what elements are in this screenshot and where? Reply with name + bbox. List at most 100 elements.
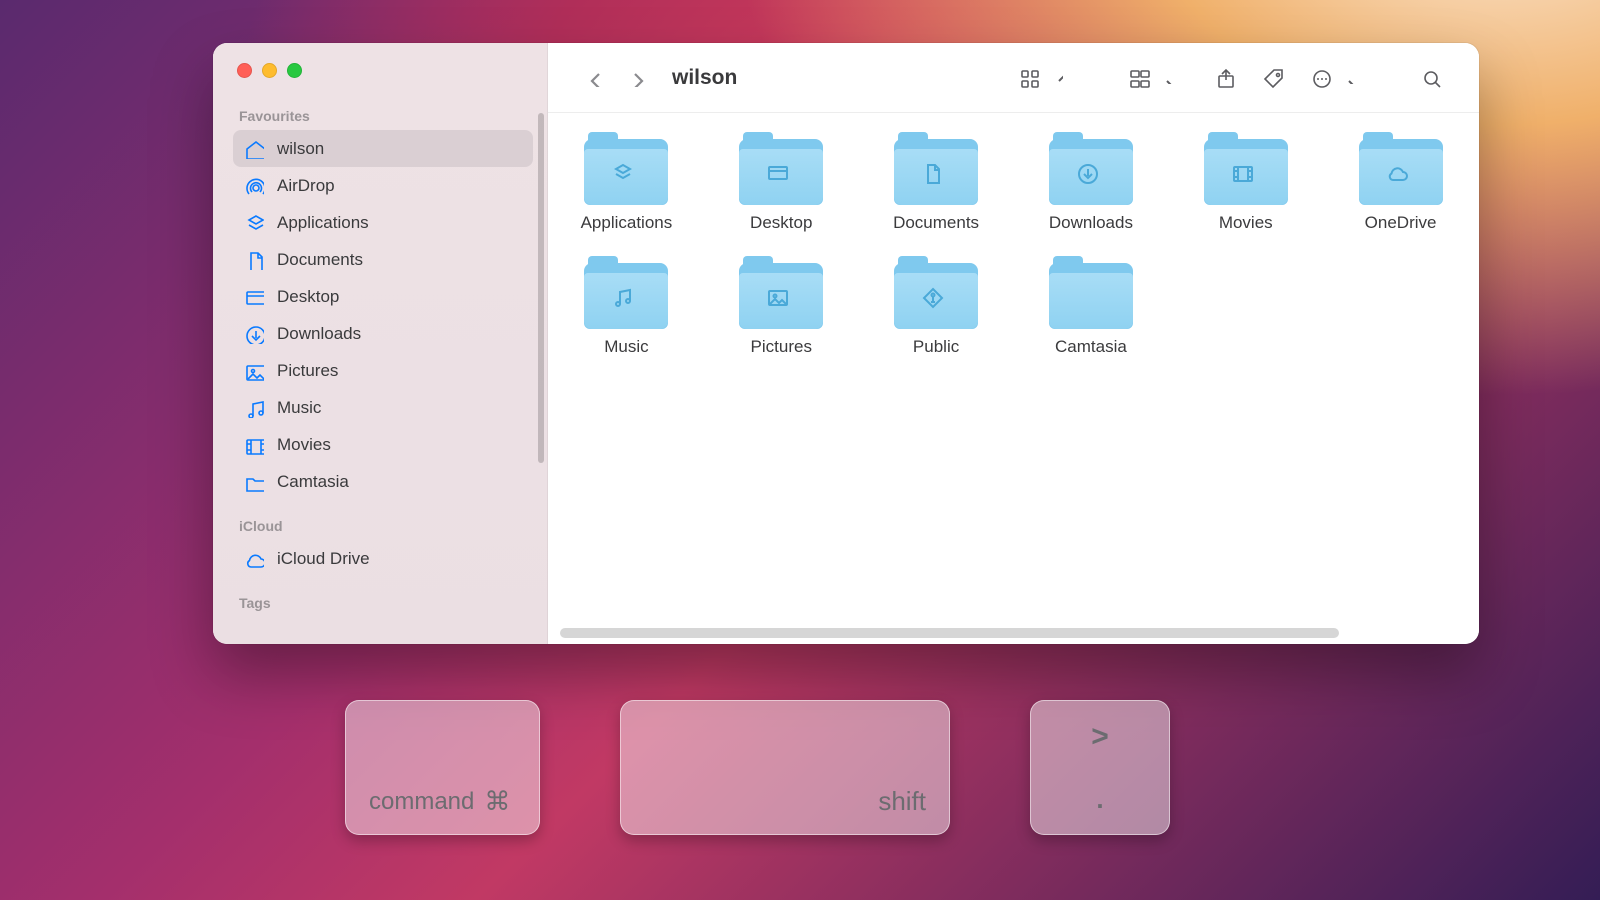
- chevron-down-icon: [1343, 72, 1355, 84]
- key-period: > .: [1030, 700, 1170, 835]
- close-button[interactable]: [237, 63, 252, 78]
- grid-view-icon: [1018, 67, 1040, 89]
- folder-icon: [243, 471, 265, 493]
- folder-item-onedrive[interactable]: OneDrive: [1354, 139, 1447, 233]
- window-title: wilson: [672, 66, 737, 90]
- sidebar-item-movies[interactable]: Movies: [233, 426, 533, 463]
- folder-item-pictures[interactable]: Pictures: [735, 263, 828, 357]
- doc-icon: [243, 249, 265, 271]
- key-symbol-bottom: .: [1096, 784, 1103, 815]
- sidebar-item-icloud-drive[interactable]: iCloud Drive: [233, 540, 533, 577]
- sidebar-section-tags: Tags: [233, 591, 533, 617]
- folder-icon: [894, 263, 978, 329]
- sidebar: Favourites wilsonAirDropApplicationsDocu…: [213, 43, 548, 644]
- more-icon: [1310, 67, 1332, 89]
- folder-label: Music: [604, 337, 648, 357]
- search-icon: [1420, 67, 1442, 89]
- sidebar-item-label: Movies: [277, 435, 331, 455]
- pictures-icon: [243, 360, 265, 382]
- sidebar-item-wilson[interactable]: wilson: [233, 130, 533, 167]
- key-command: command ⌘: [345, 700, 540, 835]
- tags-button[interactable]: [1253, 61, 1293, 95]
- sidebar-item-label: Pictures: [277, 361, 338, 381]
- key-symbol-top: >: [1091, 720, 1109, 754]
- minimize-button[interactable]: [262, 63, 277, 78]
- back-button[interactable]: [576, 61, 610, 95]
- sidebar-item-label: AirDrop: [277, 176, 335, 196]
- folder-item-applications[interactable]: Applications: [580, 139, 673, 233]
- airdrop-icon: [243, 175, 265, 197]
- chevron-down-icon: [1161, 72, 1173, 84]
- folder-icon: [1049, 263, 1133, 329]
- cloud-icon: [243, 548, 265, 570]
- search-button[interactable]: [1411, 61, 1451, 95]
- folder-item-movies[interactable]: Movies: [1199, 139, 1292, 233]
- sidebar-item-label: iCloud Drive: [277, 549, 370, 569]
- sidebar-item-camtasia[interactable]: Camtasia: [233, 463, 533, 500]
- folder-icon: [584, 263, 668, 329]
- folder-label: Documents: [893, 213, 979, 233]
- download-icon: [243, 323, 265, 345]
- folder-label: Camtasia: [1055, 337, 1127, 357]
- key-shift: shift: [620, 700, 950, 835]
- sidebar-item-label: Applications: [277, 213, 369, 233]
- sidebar-item-label: Camtasia: [277, 472, 349, 492]
- sidebar-item-documents[interactable]: Documents: [233, 241, 533, 278]
- key-command-label: command: [369, 788, 474, 816]
- sidebar-section-icloud: iCloud: [233, 514, 533, 540]
- chevron-updown-icon: [1051, 72, 1063, 84]
- sidebar-item-applications[interactable]: Applications: [233, 204, 533, 241]
- group-by-button[interactable]: [1119, 61, 1173, 95]
- horizontal-scrollbar[interactable]: [560, 628, 1339, 638]
- share-icon: [1214, 67, 1236, 89]
- main-pane: wilson: [548, 43, 1479, 644]
- folder-item-documents[interactable]: Documents: [890, 139, 983, 233]
- more-actions-button[interactable]: [1301, 61, 1355, 95]
- tag-icon: [1262, 67, 1284, 89]
- folder-icon: [739, 139, 823, 205]
- apps-icon: [243, 212, 265, 234]
- movies-icon: [243, 434, 265, 456]
- folder-label: OneDrive: [1365, 213, 1437, 233]
- sidebar-item-label: Music: [277, 398, 321, 418]
- command-symbol-icon: ⌘: [484, 786, 510, 817]
- fullscreen-button[interactable]: [287, 63, 302, 78]
- folder-label: Pictures: [751, 337, 812, 357]
- sidebar-item-label: Desktop: [277, 287, 339, 307]
- content-area[interactable]: Applications Desktop Documents Downloads: [548, 113, 1479, 644]
- view-mode-button[interactable]: [1009, 61, 1063, 95]
- folder-label: Downloads: [1049, 213, 1133, 233]
- key-shift-label: shift: [878, 786, 926, 817]
- sidebar-item-label: wilson: [277, 139, 324, 159]
- folder-icon: [1049, 139, 1133, 205]
- folder-item-music[interactable]: Music: [580, 263, 673, 357]
- folder-item-desktop[interactable]: Desktop: [735, 139, 828, 233]
- sidebar-item-music[interactable]: Music: [233, 389, 533, 426]
- desktop-icon: [243, 286, 265, 308]
- folder-item-public[interactable]: Public: [890, 263, 983, 357]
- forward-button[interactable]: [618, 61, 652, 95]
- sidebar-item-desktop[interactable]: Desktop: [233, 278, 533, 315]
- home-icon: [243, 138, 265, 160]
- sidebar-scrollbar[interactable]: [538, 113, 544, 463]
- folder-icon: [1204, 139, 1288, 205]
- sidebar-item-pictures[interactable]: Pictures: [233, 352, 533, 389]
- folder-item-camtasia[interactable]: Camtasia: [1045, 263, 1138, 357]
- folder-icon: [1359, 139, 1443, 205]
- folder-icon: [894, 139, 978, 205]
- finder-window: Favourites wilsonAirDropApplicationsDocu…: [213, 43, 1479, 644]
- toolbar: wilson: [548, 43, 1479, 113]
- group-icon: [1128, 67, 1150, 89]
- share-button[interactable]: [1205, 61, 1245, 95]
- folder-label: Applications: [581, 213, 673, 233]
- folder-item-downloads[interactable]: Downloads: [1045, 139, 1138, 233]
- folder-label: Desktop: [750, 213, 812, 233]
- sidebar-item-airdrop[interactable]: AirDrop: [233, 167, 533, 204]
- music-icon: [243, 397, 265, 419]
- sidebar-item-downloads[interactable]: Downloads: [233, 315, 533, 352]
- folder-icon: [584, 139, 668, 205]
- keyboard-overlay: command ⌘ shift > .: [0, 700, 1600, 835]
- folder-label: Movies: [1219, 213, 1273, 233]
- sidebar-item-label: Documents: [277, 250, 363, 270]
- window-controls: [233, 63, 533, 78]
